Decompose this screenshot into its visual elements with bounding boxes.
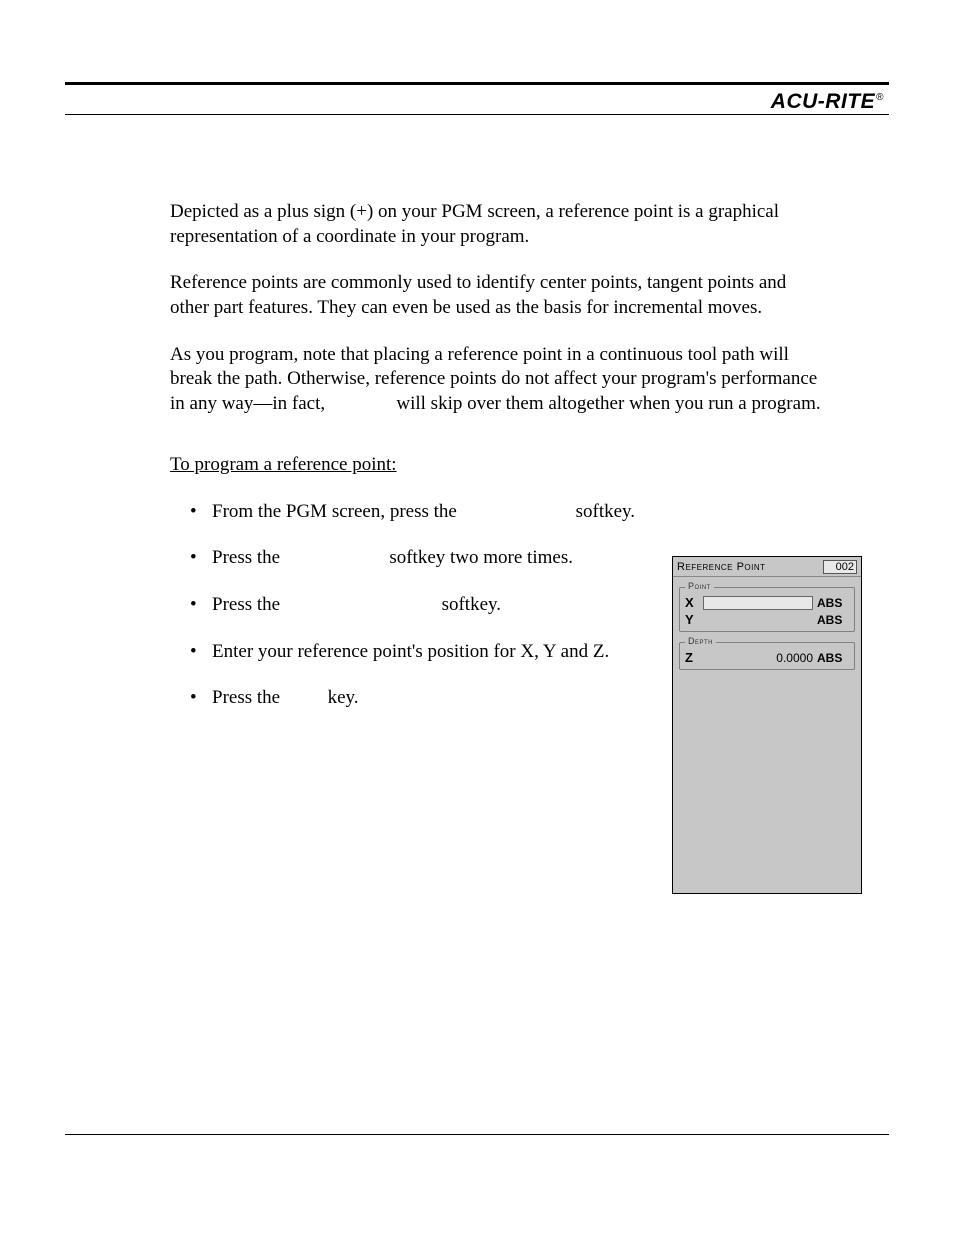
group-point-label: Point	[685, 581, 714, 591]
trademark-symbol: ®	[876, 92, 884, 103]
step-5-gap	[285, 687, 323, 708]
paragraph-1: Depicted as a plus sign (+) on your PGM …	[170, 200, 830, 249]
step-1a: From the PGM screen, press the	[212, 501, 462, 522]
paragraph-2: Reference points are commonly used to id…	[170, 271, 830, 320]
group-depth-inner: Z 0.0000 ABS	[679, 642, 855, 670]
row-x: X ABS	[685, 594, 849, 611]
document-page: ACU-RITE® Depicted as a plus sign (+) on…	[0, 0, 954, 1235]
step-1-gap	[462, 501, 571, 522]
step-3-gap	[285, 594, 437, 615]
axis-y-label: Y	[685, 612, 699, 627]
panel-step-number: 002	[823, 560, 857, 574]
step-2-gap	[285, 547, 385, 568]
step-1: From the PGM screen, press the softkey.	[190, 500, 830, 525]
paragraph-3b: will skip over them altogether when you …	[392, 393, 821, 414]
x-mode: ABS	[817, 596, 849, 610]
step-3a: Press the	[212, 594, 285, 615]
panel-body: Point X ABS Y ABS Depth	[673, 577, 861, 684]
group-depth: Depth Z 0.0000 ABS	[679, 642, 855, 670]
axis-z-label: Z	[685, 650, 699, 665]
reference-point-panel: Reference Point 002 Point X ABS Y ABS	[672, 556, 862, 894]
brand-text: ACU-RITE	[771, 90, 875, 113]
row-z: Z 0.0000 ABS	[685, 649, 849, 666]
paragraph-3: As you program, note that placing a refe…	[170, 343, 830, 417]
axis-x-label: X	[685, 595, 699, 610]
paragraph-3-gap	[330, 393, 392, 414]
step-3b: softkey.	[437, 594, 501, 615]
header-underline	[65, 114, 889, 115]
panel-header: Reference Point 002	[673, 557, 861, 577]
group-point: Point X ABS Y ABS	[679, 587, 855, 632]
z-value[interactable]: 0.0000	[699, 651, 817, 665]
step-5a: Press the	[212, 687, 285, 708]
subheading: To program a reference point:	[170, 453, 830, 478]
top-rule	[65, 82, 889, 85]
z-mode: ABS	[817, 651, 849, 665]
step-1b: softkey.	[571, 501, 635, 522]
y-input[interactable]	[703, 613, 813, 627]
y-mode: ABS	[817, 613, 849, 627]
bottom-rule	[65, 1134, 889, 1135]
step-2a: Press the	[212, 547, 285, 568]
row-y: Y ABS	[685, 611, 849, 628]
x-input[interactable]	[703, 596, 813, 610]
group-depth-label: Depth	[685, 636, 716, 646]
step-2b: softkey two more times.	[385, 547, 573, 568]
brand-logo: ACU-RITE®	[771, 90, 884, 114]
panel-title: Reference Point	[677, 561, 823, 573]
step-5b: key.	[323, 687, 359, 708]
group-point-inner: X ABS Y ABS	[679, 587, 855, 632]
